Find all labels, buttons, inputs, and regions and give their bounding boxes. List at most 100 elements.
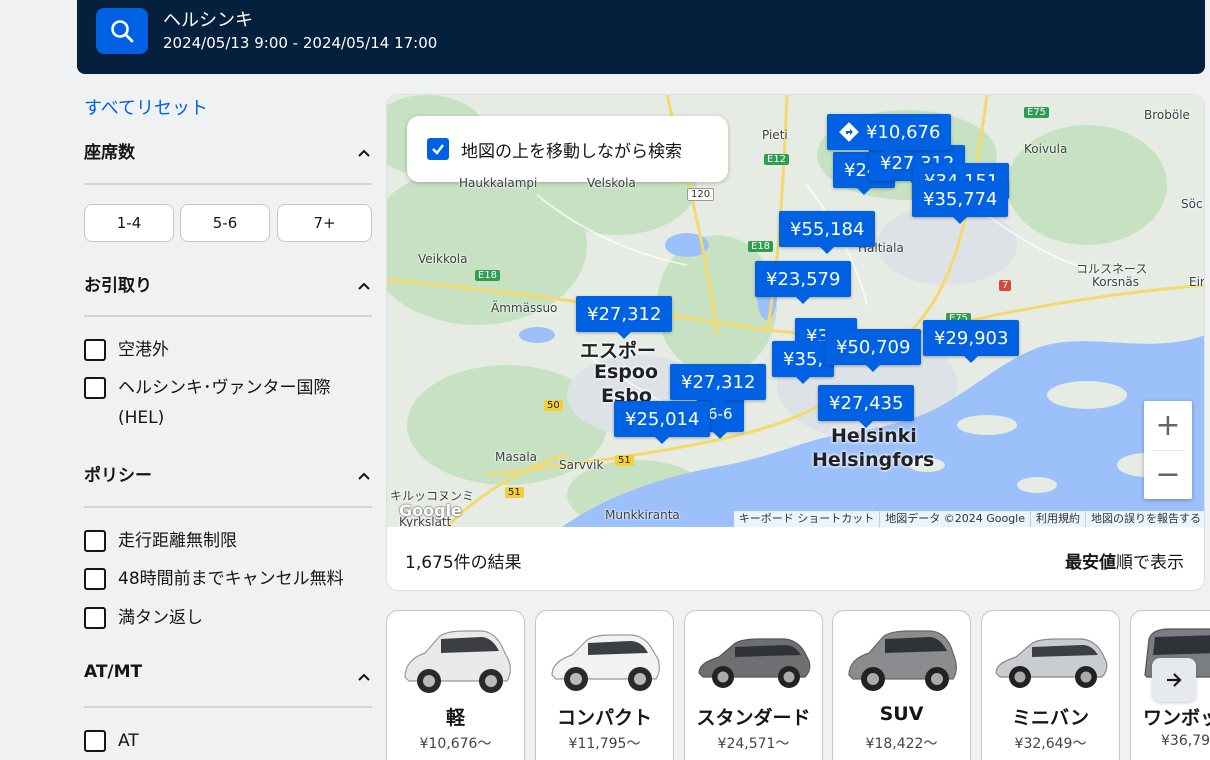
google-logo: Google bbox=[399, 501, 462, 520]
divider bbox=[84, 506, 372, 508]
car-type-price: ¥11,795〜 bbox=[568, 736, 641, 752]
map[interactable]: 地図の上を移動しながら検索 Pieti Koivula Broböle Hauk… bbox=[387, 95, 1205, 527]
checkbox[interactable] bbox=[84, 530, 106, 552]
car-image bbox=[551, 634, 660, 691]
policy-option-free-cancellation[interactable]: 48時間前までキャンセル無料 bbox=[84, 568, 344, 594]
search-icon bbox=[111, 20, 134, 43]
map-data-credit: 地図データ ©2024 Google bbox=[879, 511, 1030, 527]
results-count: 1,675件の結果 bbox=[405, 553, 522, 573]
checkbox[interactable] bbox=[84, 377, 106, 399]
car-type-card-kei[interactable]: 軽 ¥10,676〜 bbox=[386, 610, 525, 760]
map-price-pin[interactable]: ¥27,435 bbox=[818, 385, 915, 428]
report-map-error-link[interactable]: 地図の誤りを報告する bbox=[1085, 511, 1204, 527]
map-place-label: Sarvvik bbox=[559, 458, 604, 472]
car-type-price: ¥24,571〜 bbox=[717, 736, 790, 752]
map-price-pin[interactable]: ¥50,709 bbox=[825, 329, 922, 372]
checkbox[interactable] bbox=[84, 568, 106, 590]
road-shield: E12 bbox=[764, 154, 790, 165]
map-attribution: キーボード ショートカット 地図データ ©2024 Google 利用規約 地図… bbox=[733, 511, 1204, 527]
map-price-pin[interactable]: ¥29,903 bbox=[923, 320, 1020, 363]
search-as-map-moves-label: 地図の上を移動しながら検索 bbox=[461, 141, 682, 162]
map-place-label: Pieti bbox=[762, 128, 788, 142]
car-type-card-suv[interactable]: SUV ¥18,422〜 bbox=[832, 610, 971, 760]
map-city-label: エスポー bbox=[580, 340, 657, 362]
policy-option-full-to-full[interactable]: 満タン返し bbox=[84, 607, 203, 633]
map-place-label: Broböle bbox=[1144, 108, 1190, 122]
car-type-name: スタンダード bbox=[696, 707, 811, 729]
transmission-option-at[interactable]: AT bbox=[84, 730, 139, 756]
car-type-name: ミニバン bbox=[1012, 707, 1089, 729]
search-summary-bar[interactable]: ヘルシンキ 2024/05/13 9:00 - 2024/05/14 17:00 bbox=[77, 0, 1205, 74]
map-place-label: Eir bbox=[1189, 275, 1205, 289]
terms-link[interactable]: 利用規約 bbox=[1030, 511, 1085, 527]
map-city-label: Helsingfors bbox=[812, 449, 935, 471]
zoom-in-button[interactable]: + bbox=[1144, 401, 1192, 450]
sort-selector[interactable]: 最安値順で表示 bbox=[1065, 548, 1184, 573]
map-place-label: Haukkalampi bbox=[459, 176, 538, 190]
chevron-up-icon[interactable] bbox=[356, 468, 372, 484]
road-shield: E18 bbox=[475, 270, 501, 281]
pickup-option-hel-airport[interactable]: ヘルシンキ･ヴァンター国際 (HEL) bbox=[84, 377, 331, 433]
car-type-name: SUV bbox=[879, 703, 924, 725]
reset-all-link[interactable]: すべてリセット bbox=[84, 94, 208, 120]
map-place-label: Masala bbox=[495, 450, 537, 464]
map-price-pin[interactable]: ¥27,312 bbox=[576, 296, 673, 339]
car-type-card-compact[interactable]: コンパクト ¥11,795〜 bbox=[535, 610, 674, 760]
map-card: 地図の上を移動しながら検索 Pieti Koivula Broböle Hauk… bbox=[386, 94, 1205, 591]
car-image bbox=[698, 638, 811, 688]
car-type-name: 軽 bbox=[445, 707, 465, 729]
road-shield: E75 bbox=[1024, 107, 1050, 118]
car-type-card-standard[interactable]: スタンダード ¥24,571〜 bbox=[684, 610, 823, 760]
car-type-price: ¥32,649〜 bbox=[1014, 736, 1087, 752]
map-place-label: Velskola bbox=[587, 176, 636, 190]
search-as-map-moves-toggle[interactable]: 地図の上を移動しながら検索 bbox=[407, 116, 728, 182]
divider bbox=[84, 183, 372, 185]
chevron-up-icon[interactable] bbox=[356, 145, 372, 161]
map-price-pin-featured[interactable]: ¥10,676 bbox=[827, 114, 952, 157]
road-shield: 120 bbox=[687, 188, 715, 201]
seat-option-1-4[interactable]: 1-4 bbox=[84, 204, 174, 242]
map-price-pin[interactable]: ¥35,774 bbox=[912, 181, 1009, 224]
car-type-name: ワンボックス bbox=[1143, 707, 1210, 729]
chevron-up-icon[interactable] bbox=[356, 278, 372, 294]
search-location: ヘルシンキ bbox=[163, 10, 253, 31]
zoom-out-button[interactable]: − bbox=[1144, 450, 1192, 499]
policy-section-title: ポリシー bbox=[84, 466, 152, 486]
map-price-pin[interactable]: ¥25,014 bbox=[614, 401, 711, 444]
search-button[interactable] bbox=[96, 8, 148, 54]
divider bbox=[84, 315, 372, 317]
checkbox[interactable] bbox=[84, 607, 106, 629]
car-image bbox=[995, 638, 1108, 688]
map-price-pin[interactable]: ¥55,184 bbox=[779, 211, 876, 254]
map-place-label: Veikkola bbox=[418, 252, 468, 266]
road-shield: 50 bbox=[544, 400, 563, 411]
car-type-price: ¥10,676〜 bbox=[419, 736, 492, 752]
car-types-next-button[interactable] bbox=[1152, 658, 1196, 702]
map-place-label: Korsnäs bbox=[1092, 275, 1140, 289]
road-shield: 51 bbox=[615, 455, 634, 466]
policy-option-unlimited-mileage[interactable]: 走行距離無制限 bbox=[84, 530, 237, 556]
seat-option-7-plus[interactable]: 7+ bbox=[277, 204, 372, 242]
map-place-label: Söc bbox=[1181, 197, 1203, 211]
checkbox[interactable] bbox=[84, 730, 106, 752]
car-type-name: コンパクト bbox=[556, 707, 652, 729]
map-place-label: Ämmässuo bbox=[491, 301, 558, 315]
chevron-up-icon[interactable] bbox=[356, 669, 372, 685]
pickup-section-title: お引取り bbox=[84, 276, 152, 296]
divider bbox=[1152, 450, 1184, 451]
transmission-section-title: AT/MT bbox=[84, 662, 143, 682]
seat-option-5-6[interactable]: 5-6 bbox=[180, 204, 270, 242]
map-zoom-control: + − bbox=[1144, 401, 1192, 499]
car-image bbox=[404, 630, 511, 693]
seats-section-title: 座席数 bbox=[84, 143, 135, 163]
road-shield: 51 bbox=[505, 487, 524, 498]
pickup-option-off-airport[interactable]: 空港外 bbox=[84, 339, 169, 365]
checkbox[interactable] bbox=[84, 339, 106, 361]
map-price-pin[interactable]: ¥27,312 bbox=[670, 364, 767, 407]
map-price-pin[interactable]: ¥23,579 bbox=[755, 261, 852, 304]
car-type-card-minivan[interactable]: ミニバン ¥32,649〜 bbox=[981, 610, 1120, 760]
check-icon[interactable] bbox=[427, 138, 449, 160]
car-image bbox=[848, 630, 957, 691]
car-type-price: ¥18,422〜 bbox=[865, 736, 938, 752]
keyboard-shortcuts-link[interactable]: キーボード ショートカット bbox=[734, 511, 880, 527]
